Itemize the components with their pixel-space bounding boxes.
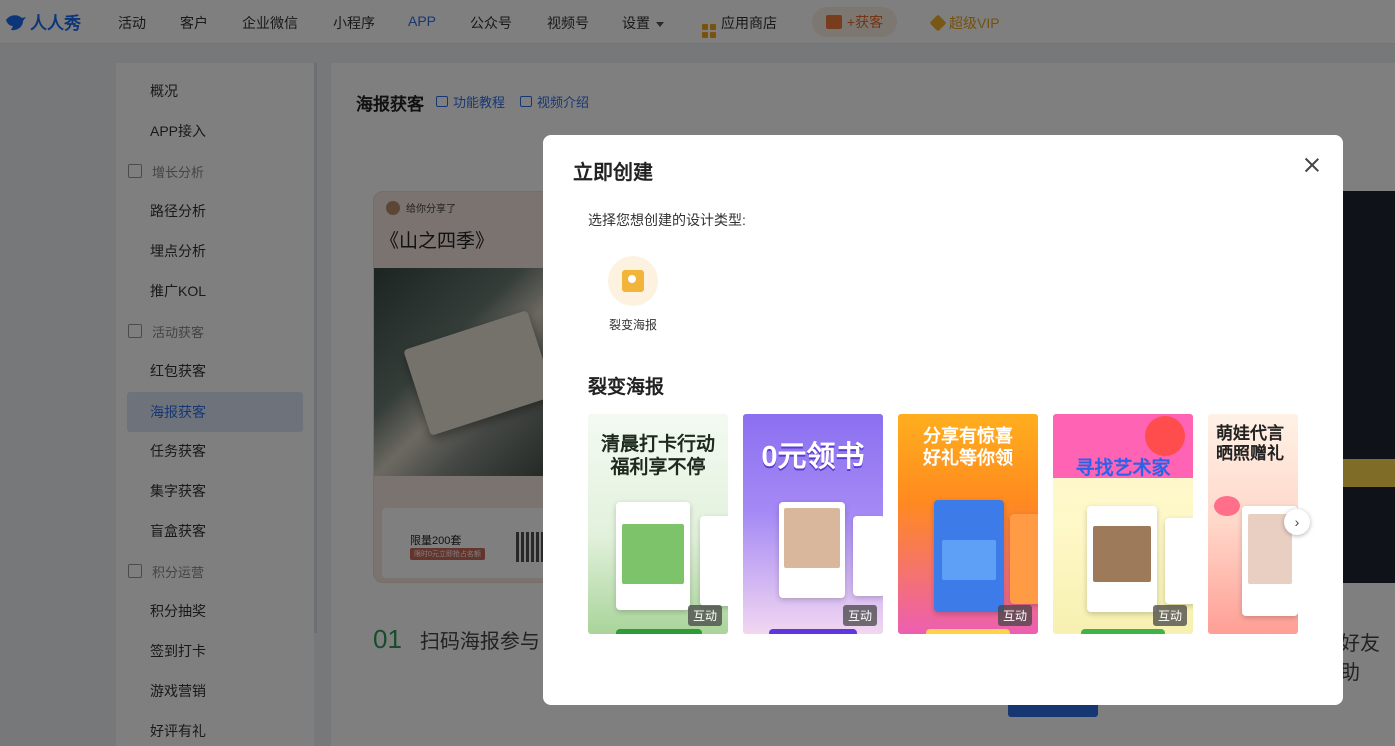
template-title: 萌娃代言 晒照赠礼 [1216, 424, 1284, 464]
template-card[interactable]: 0元领书 互动 [743, 414, 883, 634]
heart-icon [1214, 496, 1240, 516]
modal-title: 立即创建 [573, 162, 653, 184]
template-badge: 互动 [842, 605, 877, 626]
template-carousel: 清晨打卡行动 福利享不停 互动 0元领书 互动 分享有惊喜 好礼等你领 互动 寻… [588, 414, 1298, 634]
image-icon [622, 270, 644, 292]
template-badge: 互动 [687, 605, 722, 626]
section-title: 裂变海报 [588, 377, 665, 398]
template-phone-mockup [700, 516, 728, 606]
template-phone-mockup [616, 502, 690, 610]
template-phone-mockup [1165, 518, 1193, 604]
template-card[interactable]: 寻找艺术家 互动 [1053, 414, 1193, 634]
template-title: 清晨打卡行动 福利享不停 [600, 434, 715, 478]
template-title: 分享有惊喜 好礼等你领 [923, 426, 1013, 468]
type-label: 裂变海报 [608, 318, 657, 332]
design-type-prompt: 选择您想创建的设计类型: [588, 212, 746, 228]
template-title: 寻找艺术家 [1075, 458, 1171, 479]
template-cta-bar [1081, 629, 1165, 634]
flower-icon [1145, 416, 1185, 456]
template-phone-mockup [853, 516, 883, 596]
chevron-right-icon[interactable]: › [1284, 509, 1310, 535]
template-cta-bar [616, 629, 702, 634]
template-badge: 互动 [997, 605, 1032, 626]
template-cta-bar [926, 629, 1010, 634]
close-icon[interactable] [1302, 155, 1322, 175]
template-title: 0元领书 [761, 441, 865, 473]
template-phone-mockup [1087, 506, 1157, 612]
template-phone-mockup [1010, 514, 1038, 604]
template-phone-mockup [934, 500, 1004, 612]
template-badge: 互动 [1152, 605, 1187, 626]
template-card[interactable]: 清晨打卡行动 福利享不停 互动 [588, 414, 728, 634]
template-phone-mockup [779, 502, 845, 598]
design-type-fission-poster[interactable]: 裂变海报 [601, 252, 665, 336]
template-card[interactable]: 分享有惊喜 好礼等你领 互动 [898, 414, 1038, 634]
type-circle [608, 256, 658, 306]
template-cta-bar [769, 629, 857, 634]
create-modal: 立即创建 选择您想创建的设计类型: 裂变海报 裂变海报 清晨打卡行动 福利享不停… [543, 135, 1343, 705]
